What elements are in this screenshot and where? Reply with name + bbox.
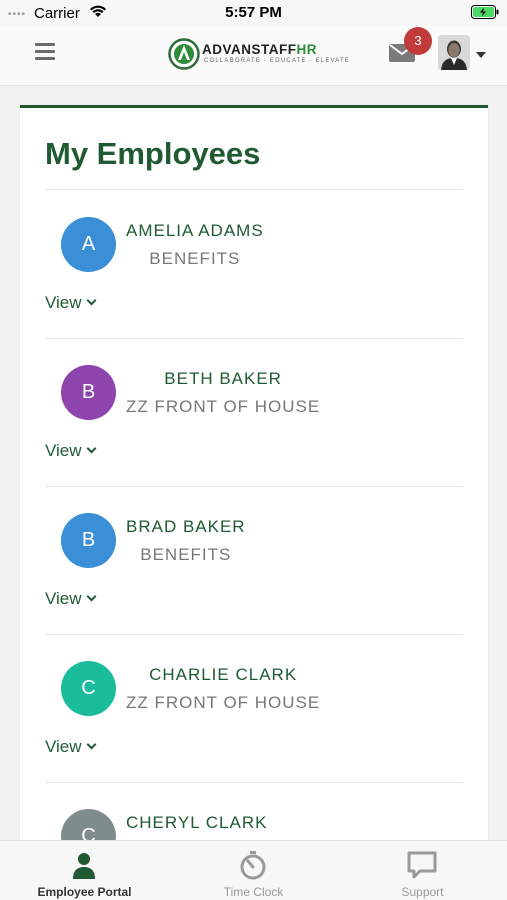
chevron-down-icon	[86, 591, 96, 602]
view-employee-button[interactable]: View	[45, 293, 96, 313]
employee-name: CHARLIE CLARK	[149, 665, 298, 684]
user-avatar[interactable]	[438, 35, 470, 70]
hamburger-menu-icon[interactable]	[35, 43, 55, 61]
employee-name: CHERYL CLARK	[126, 813, 268, 832]
logo-wordmark-accent: HR	[296, 42, 317, 57]
view-employee-button[interactable]: View	[45, 441, 96, 461]
employee-department: ZZ FRONT OF HOUSE	[126, 397, 321, 416]
logo-tagline: COLLABORATE · EDUCATE · ELEVATE	[204, 58, 351, 64]
chevron-down-icon	[86, 739, 96, 750]
status-bar: •••• Carrier 5:57 PM	[0, 0, 507, 26]
employee-list-item: C CHARLIE CLARK ZZ FRONT OF HOUSE View	[20, 634, 488, 782]
logo-wordmark: ADVANSTAFF	[202, 42, 297, 57]
company-logo: ADVANSTAFFHR COLLABORATE · EDUCATE · ELE…	[168, 38, 349, 72]
battery-charging-icon	[471, 5, 499, 19]
employee-list-item: C CHERYL CLARK	[20, 782, 488, 845]
employee-list-item: B BRAD BAKER BENEFITS View	[20, 486, 488, 634]
stopwatch-icon	[240, 851, 266, 880]
employee-initial-avatar: A	[61, 217, 116, 272]
employee-department: ZZ FRONT OF HOUSE	[126, 693, 321, 712]
tab-employee-portal[interactable]: Employee Portal	[0, 841, 169, 900]
employee-list-item: A AMELIA ADAMS BENEFITS View	[20, 190, 488, 338]
tab-label: Time Clock	[223, 885, 284, 899]
employees-card: My Employees A AMELIA ADAMS BENEFITS Vie…	[20, 105, 488, 845]
employee-name: BRAD BAKER	[126, 517, 246, 536]
employee-name: BETH BAKER	[164, 369, 282, 388]
app-header: ADVANSTAFFHR COLLABORATE · EDUCATE · ELE…	[0, 26, 507, 86]
employee-list-item: B BETH BAKER ZZ FRONT OF HOUSE View	[20, 338, 488, 486]
caret-down-icon[interactable]	[476, 52, 486, 58]
tab-label: Support	[401, 885, 444, 899]
view-employee-button[interactable]: View	[45, 737, 96, 757]
employee-name: AMELIA ADAMS	[126, 221, 264, 240]
clock-time: 5:57 PM	[225, 4, 282, 21]
tab-support[interactable]: Support	[338, 841, 507, 900]
chat-bubble-icon	[407, 851, 437, 879]
employee-initial-avatar: B	[61, 365, 116, 420]
person-icon	[73, 853, 95, 879]
employee-department: BENEFITS	[149, 249, 241, 268]
employee-initial-avatar: C	[61, 661, 116, 716]
chevron-down-icon	[86, 443, 96, 454]
employee-initial-avatar: B	[61, 513, 116, 568]
bottom-tab-bar: Employee Portal Time Clock Support	[0, 840, 507, 900]
logo-emblem-icon	[168, 38, 200, 70]
tab-label: Employee Portal	[37, 885, 132, 899]
employee-department: BENEFITS	[140, 545, 232, 564]
notification-badge: 3	[404, 27, 432, 55]
chevron-down-icon	[86, 295, 96, 306]
view-employee-button[interactable]: View	[45, 589, 96, 609]
page-title: My Employees	[45, 136, 261, 171]
tab-time-clock[interactable]: Time Clock	[169, 841, 338, 900]
